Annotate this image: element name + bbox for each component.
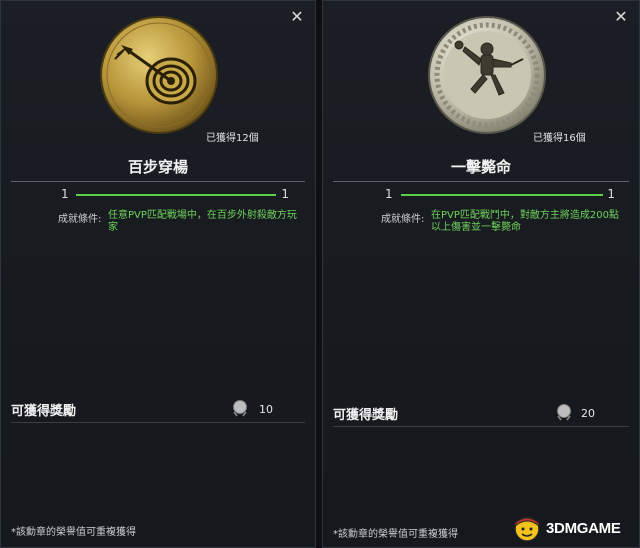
progress-target: 1 bbox=[607, 187, 615, 201]
condition-label: 成就條件: bbox=[381, 214, 425, 225]
title-divider bbox=[333, 181, 629, 182]
reward-divider bbox=[333, 426, 629, 427]
achievement-title: 一擊斃命 bbox=[450, 158, 511, 176]
watermark-text: 3DMGAME bbox=[546, 520, 621, 537]
footnote: *該勳章的榮譽值可重複獲得 bbox=[333, 529, 458, 540]
mascot-logo-icon bbox=[514, 516, 540, 542]
progress-fill bbox=[76, 194, 276, 196]
progress-bar bbox=[76, 194, 276, 196]
honor-medal-icon bbox=[233, 400, 247, 417]
honor-medal-icon bbox=[557, 404, 571, 421]
progress-bar bbox=[401, 194, 603, 196]
title-divider bbox=[11, 181, 305, 182]
reward-value: 20 bbox=[581, 407, 595, 420]
target-arrow-medal-icon bbox=[100, 16, 218, 134]
close-icon[interactable]: ✕ bbox=[289, 9, 305, 25]
condition-text: 任意PVP匹配戰場中，在百步外射殺敵方玩家 bbox=[108, 210, 297, 233]
progress-target: 1 bbox=[281, 187, 289, 201]
reward-label: 可獲得獎勵 bbox=[11, 404, 77, 419]
progress-fill bbox=[401, 194, 603, 196]
obtained-count: 已獲得16個 bbox=[533, 133, 586, 144]
achievement-panel-left: ✕ 已獲得12個 百步穿楊 1 1 成就條件: 任意PVP匹配戰場中，在百步外射… bbox=[0, 0, 316, 548]
progress-current: 1 bbox=[385, 187, 393, 201]
close-icon[interactable]: ✕ bbox=[613, 9, 629, 25]
condition-label: 成就條件: bbox=[58, 214, 102, 225]
progress-current: 1 bbox=[61, 187, 69, 201]
watermark-logo: 3DMGAME bbox=[510, 514, 640, 544]
reward-divider bbox=[11, 422, 305, 423]
achievement-panel-right: ✕ 已獲得16個 一擊斃命 1 1 成就條件: 在PVP匹配戰鬥中，對敵方主將造 bbox=[322, 0, 640, 548]
reward-label: 可獲得獎勵 bbox=[333, 408, 399, 423]
footnote: *該勳章的榮譽值可重複獲得 bbox=[11, 527, 136, 538]
obtained-count: 已獲得12個 bbox=[206, 133, 259, 144]
warrior-silver-medal-icon bbox=[428, 16, 546, 134]
condition-text: 在PVP匹配戰鬥中，對敵方主將造成200點以上傷害並一擊斃命 bbox=[431, 210, 619, 233]
achievement-title: 百步穿楊 bbox=[127, 158, 188, 176]
reward-value: 10 bbox=[259, 403, 273, 416]
